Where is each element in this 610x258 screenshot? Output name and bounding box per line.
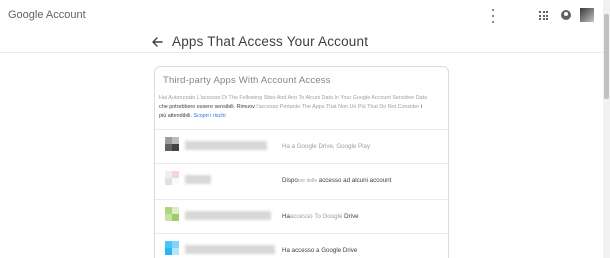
access-text-c: Drive: [344, 213, 359, 220]
icon-tile: [172, 178, 179, 185]
row-divider: [155, 199, 448, 200]
app-name-redacted: [185, 245, 275, 254]
app-icon: [165, 171, 179, 185]
apps-grid-icon[interactable]: [539, 11, 548, 20]
app-name-redacted: [185, 141, 267, 150]
access-text-b: accesso To Google: [289, 213, 343, 220]
icon-tile: [165, 144, 172, 151]
icon-tile: [165, 241, 172, 248]
icon-tile: [172, 241, 179, 248]
description-line-3-a: più attendibili.: [159, 113, 194, 119]
access-text-a: Ha a Google Drive, Google Play: [282, 143, 371, 150]
app-name-redacted: [185, 211, 271, 220]
access-description: Ha a Google Drive, Google Play: [282, 143, 370, 150]
icon-tile: [172, 137, 179, 144]
page-title: Apps That Access Your Account: [172, 34, 369, 49]
account-avatar[interactable]: [580, 8, 594, 22]
card-description: Hai Autorizzato L'accesso Di The Followi…: [159, 94, 448, 121]
row-divider: [155, 163, 448, 164]
top-app-bar: Google Account: [0, 0, 603, 32]
notifications-icon[interactable]: [561, 10, 571, 20]
icon-tile: [172, 248, 179, 255]
app-icon: [165, 207, 179, 221]
access-text-a: Ha: [282, 213, 290, 220]
app-icon: [165, 241, 179, 255]
icon-tile: [165, 178, 172, 185]
app-icon: [165, 137, 179, 151]
access-text-c: accesso ad alcuni account: [318, 177, 392, 184]
access-description: Ha accesso a Google Drive: [282, 247, 357, 254]
more-vert-icon[interactable]: [490, 9, 496, 23]
google-account-logo[interactable]: Google Account: [8, 9, 86, 21]
icon-tile: [172, 207, 179, 214]
description-line-3: più attendibili. Scopri i rischi: [159, 112, 448, 121]
icon-tile: [165, 207, 172, 214]
scrollbar-thumb[interactable]: [604, 14, 609, 99]
row-divider: [155, 129, 448, 130]
logo-text: Google Account: [8, 9, 86, 21]
description-line-1: Hai Autorizzato L'accesso Di The Followi…: [159, 95, 428, 101]
icon-tile: [165, 171, 172, 178]
description-line-2-a: che potrebbero essere sensibili. Rimuov: [159, 104, 255, 110]
icon-tile: [165, 137, 172, 144]
header-divider: [0, 52, 603, 53]
access-description: Dispoore delle accesso ad alcuni account: [282, 177, 391, 184]
access-text-a: Dispo: [282, 177, 298, 184]
description-line-2-c: i: [420, 104, 422, 110]
learn-risks-link[interactable]: Scopri i rischi: [193, 113, 225, 119]
icon-tile: [165, 248, 172, 255]
icon-tile: [172, 214, 179, 221]
icon-tile: [172, 171, 179, 178]
card-title: Third-party Apps With Account Access: [163, 75, 331, 86]
icon-tile: [172, 144, 179, 151]
description-line-2: che potrebbero essere sensibili. Rimuov …: [159, 103, 448, 112]
back-arrow-icon[interactable]: [150, 35, 164, 49]
row-divider: [155, 233, 448, 234]
icon-tile: [165, 214, 172, 221]
app-name-redacted: [185, 175, 211, 184]
access-description: Haaccesso To Google Drive: [282, 213, 359, 220]
access-text-b: ore delle: [297, 178, 318, 184]
description-line-2-b: l'accesso Pertanto The Apps That Non Un …: [256, 104, 420, 110]
third-party-apps-card: Third-party Apps With Account Access Hai…: [154, 66, 449, 258]
access-text-a: Ha accesso a Google Drive: [282, 247, 358, 254]
